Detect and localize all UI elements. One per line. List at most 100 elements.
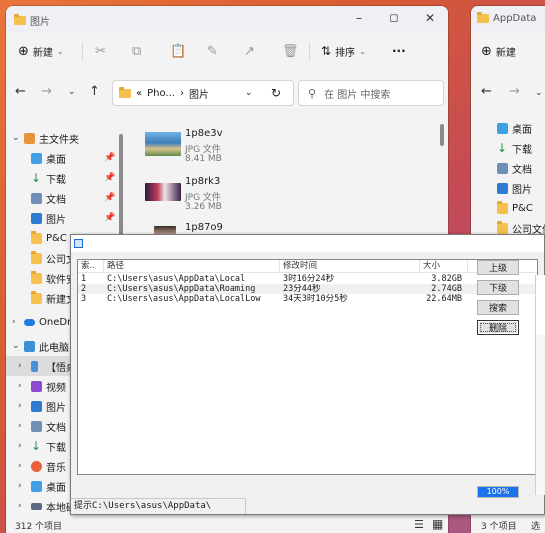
nav-item-desktop[interactable]: 桌面 (471, 118, 545, 138)
breadcrumb-item[interactable]: Pho... (147, 88, 175, 99)
delete-button[interactable]: 删除 (477, 320, 519, 335)
folder-list[interactable]: 索.. 路径 修改时间 大小 1 C:\Users\asus\AppData\L… (77, 259, 538, 475)
maximize-icon[interactable]: ◻ (384, 11, 404, 24)
chevron-right-icon[interactable]: › (18, 441, 22, 451)
down-level-button[interactable]: 下级 (477, 280, 519, 295)
nav-label: 此电脑 (39, 342, 69, 354)
nav-item-pictures[interactable]: 图片 (471, 178, 545, 198)
chevron-down-icon[interactable]: ⌄ (12, 341, 20, 351)
share-icon[interactable]: ↗ (244, 44, 255, 59)
folder-icon (119, 86, 131, 98)
details-view-icon[interactable]: ☰ (414, 518, 424, 531)
more-options-icon[interactable]: ··· (392, 44, 406, 58)
window-tab[interactable]: AppData (477, 12, 537, 24)
chevron-right-icon[interactable]: › (12, 317, 16, 327)
new-label: 新建 (32, 47, 53, 59)
pin-icon[interactable]: 📌 (104, 213, 115, 223)
sort-icon: ⇅ (321, 44, 332, 58)
nav-item-desktop[interactable]: 桌面 📌 (6, 148, 118, 168)
cell-path: C:\Users\asus\AppData\LocalLow (107, 294, 261, 304)
nav-item-downloads[interactable]: ↓ 下载 📌 (6, 168, 118, 188)
breadcrumb-overflow[interactable]: « (136, 88, 142, 99)
sort-button[interactable]: ⇅ 排序 ⌄ (321, 44, 366, 59)
address-bar[interactable]: « Pho... › 图片 ⌄ ↻ (112, 80, 294, 106)
minimize-icon[interactable]: – (349, 11, 369, 25)
up-level-button[interactable]: 上级 (477, 260, 519, 275)
nav-item-pictures[interactable]: 图片 📌 (6, 208, 118, 228)
document-icon (497, 162, 508, 174)
search-box[interactable]: ⚲ 在 图片 中搜索 (298, 80, 444, 106)
cell-time: 23分44秒 (283, 284, 321, 294)
download-icon: ↓ (31, 439, 42, 453)
up-arrow-icon[interactable]: ↑ (89, 84, 100, 99)
status-label: 提示 (74, 501, 93, 511)
progress-bar: 100% (477, 486, 519, 498)
cell-size: 22.64MB (426, 294, 462, 304)
paste-icon[interactable]: 📋 (170, 44, 186, 59)
forward-arrow-icon[interactable]: → (41, 84, 52, 99)
dialog-status-bar: 提示C:\Users\asus\AppData\ (71, 498, 246, 514)
search-button[interactable]: 搜索 (477, 300, 519, 315)
pin-icon[interactable]: 📌 (104, 173, 115, 183)
table-row[interactable]: 3 C:\Users\asus\AppData\LocalLow 34天3时10… (78, 294, 537, 304)
image-thumbnail (145, 183, 181, 201)
chevron-right-icon[interactable]: › (18, 421, 22, 431)
drive-icon (31, 503, 42, 510)
chevron-down-icon[interactable]: ⌄ (12, 133, 20, 143)
new-button[interactable]: ⊕ 新建 (481, 44, 516, 59)
table-row[interactable]: 2 C:\Users\asus\AppData\Roaming 23分44秒 2… (78, 284, 537, 294)
cell-index: 1 (81, 274, 87, 284)
nav-item-home[interactable]: ⌄ 主文件夹 (6, 128, 118, 148)
file-item[interactable]: 1p8e3v JPG 文件 8.41 MB (131, 124, 431, 168)
window-tab[interactable]: 图片 (14, 13, 50, 28)
picture-icon (31, 400, 42, 412)
back-arrow-icon[interactable]: ← (15, 84, 26, 99)
image-thumbnail (145, 132, 181, 156)
new-button[interactable]: ⊕ 新建 ⌄ (18, 44, 64, 59)
chevron-right-icon[interactable]: › (18, 361, 22, 371)
column-header-size[interactable]: 大小 (420, 260, 468, 273)
file-item[interactable]: 1p8rk3 JPG 文件 3.26 MB (131, 172, 431, 216)
nav-label: P&C (512, 202, 533, 214)
back-arrow-icon[interactable]: ← (481, 84, 492, 99)
window-title: AppData (493, 13, 537, 24)
pin-icon[interactable]: 📌 (104, 193, 115, 203)
search-icon: ⚲ (308, 86, 317, 100)
chevron-right-icon[interactable]: › (18, 381, 22, 391)
close-icon[interactable]: ✕ (420, 11, 440, 25)
chevron-right-icon[interactable]: › (18, 481, 22, 491)
column-header-index[interactable]: 索.. (78, 260, 104, 273)
nav-item-documents[interactable]: 文档 (471, 158, 545, 178)
cell-size: 3.82GB (431, 274, 462, 284)
chevron-right-icon[interactable]: › (18, 401, 22, 411)
background-window-edge (535, 335, 545, 495)
refresh-icon[interactable]: ↻ (271, 86, 281, 100)
copy-icon[interactable]: ⧉ (132, 44, 141, 59)
chevron-right-icon[interactable]: › (18, 501, 22, 511)
forward-arrow-icon[interactable]: → (509, 84, 520, 99)
nav-item-folder[interactable]: P&C (471, 198, 545, 218)
tiles-view-icon[interactable]: ▦ (432, 517, 443, 531)
pin-icon[interactable]: 📌 (104, 153, 115, 163)
column-header-time[interactable]: 修改时间 (280, 260, 420, 273)
cloud-icon (24, 319, 35, 326)
nav-item-documents[interactable]: 文档 📌 (6, 188, 118, 208)
nav-scrollbar[interactable] (119, 134, 123, 242)
breadcrumb-item[interactable]: 图片 (189, 86, 209, 101)
column-header-path[interactable]: 路径 (104, 260, 280, 273)
background-window-edge (535, 275, 545, 335)
recent-chevron-icon[interactable]: ⌄ (68, 87, 76, 97)
cell-index: 3 (81, 294, 87, 304)
table-row[interactable]: 1 C:\Users\asus\AppData\Local 3时16分24秒 3… (78, 274, 537, 284)
recent-chevron-icon[interactable]: ⌄ (535, 88, 543, 98)
cut-icon[interactable]: ✂ (95, 44, 106, 59)
chevron-down-icon[interactable]: ⌄ (245, 88, 253, 98)
divider (309, 42, 310, 60)
title-bar: AppData (471, 6, 545, 32)
file-list-scrollbar[interactable] (440, 124, 444, 146)
nav-item-downloads[interactable]: ↓ 下载 (471, 138, 545, 158)
delete-icon[interactable]: 🗑 (282, 44, 299, 59)
rename-icon[interactable]: ✎ (207, 44, 218, 59)
status-bar: 312 个项目 ☰ ▦ (6, 516, 448, 533)
chevron-right-icon[interactable]: › (18, 461, 22, 471)
